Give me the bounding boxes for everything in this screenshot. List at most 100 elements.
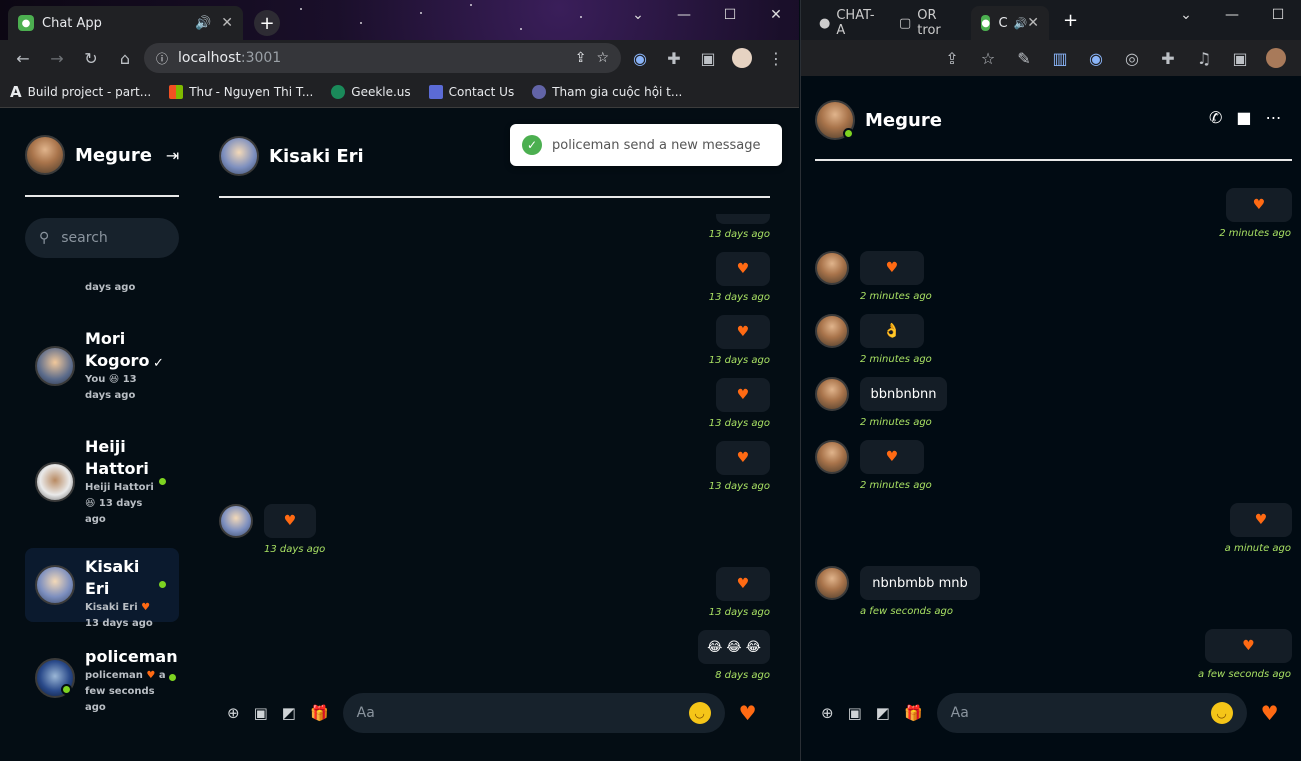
video-icon[interactable]: ■ <box>1236 108 1251 127</box>
send-heart-button[interactable]: ♥ <box>1261 701 1279 725</box>
send-heart-button[interactable]: ♥ <box>739 701 757 725</box>
bookmark-item[interactable]: Thư - Nguyen Thi T... <box>169 84 313 99</box>
tab-search-icon[interactable]: ⌄ <box>615 0 661 30</box>
tab-or[interactable]: ▢ OR tror <box>889 6 967 40</box>
contact-last-message: policeman <box>85 670 143 681</box>
message-bubble[interactable]: nbnbmbb mnb <box>860 566 980 600</box>
speaker-icon[interactable]: 🔊 <box>1014 17 1028 30</box>
menu-icon[interactable]: ⋮ <box>761 43 791 73</box>
tab-chat[interactable]: ● C 🔊 ✕ <box>971 6 1049 40</box>
sticker-icon[interactable]: ◩ <box>876 704 890 722</box>
new-tab-button[interactable]: + <box>254 10 280 36</box>
image-icon[interactable]: ▣ <box>848 704 862 722</box>
sticker-icon[interactable]: ◩ <box>282 704 296 722</box>
extension-icon[interactable]: ▥ <box>1045 43 1075 73</box>
message-bubble[interactable]: ♥ <box>716 378 770 412</box>
more-icon[interactable]: ⋯ <box>1266 108 1282 127</box>
partner-avatar[interactable] <box>219 136 259 176</box>
maximize-button[interactable]: ☐ <box>707 0 753 30</box>
url-port: :3001 <box>240 50 282 66</box>
tab-strip: ● CHAT-A ▢ OR tror ● C 🔊 ✕ + ⌄ — ☐ <box>801 0 1301 40</box>
maximize-button[interactable]: ☐ <box>1255 0 1301 30</box>
partner-message-avatar <box>219 504 253 538</box>
message-bubble[interactable]: ♥ <box>1230 503 1292 537</box>
contact-policeman[interactable]: policeman policeman ♥ a few seconds ago <box>25 638 179 728</box>
extension-icon[interactable]: ◉ <box>625 43 655 73</box>
heart-icon: ♥ <box>736 576 750 592</box>
bookmark-item[interactable]: A Build project - part... <box>10 83 151 101</box>
info-icon[interactable]: ⓘ <box>156 50 168 67</box>
emoji-icon[interactable]: ◡ <box>1210 702 1233 724</box>
partner-avatar[interactable] <box>815 100 855 140</box>
bookmark-item[interactable]: Contact Us <box>428 84 514 99</box>
notification-toast[interactable]: ✓ policeman send a new message <box>510 124 782 166</box>
extensions-puzzle-icon[interactable]: ✚ <box>1153 43 1183 73</box>
message-bubble[interactable]: ♥ <box>1226 188 1292 222</box>
my-avatar[interactable] <box>25 135 65 175</box>
back-icon[interactable]: ← <box>8 43 38 73</box>
minimize-button[interactable]: — <box>661 0 707 30</box>
profile-avatar[interactable] <box>727 43 757 73</box>
sidepanel-icon[interactable]: ▣ <box>1225 43 1255 73</box>
extensions-puzzle-icon[interactable]: ✚ <box>659 43 689 73</box>
share-icon[interactable]: ⇪ <box>937 43 967 73</box>
message-input[interactable]: Aa ◡ <box>936 693 1247 733</box>
message-bubble[interactable]: bbnbnbnn <box>860 377 947 411</box>
message-bubble[interactable] <box>716 214 770 224</box>
close-window-button[interactable]: ✕ <box>753 0 799 30</box>
url-host: localhost <box>178 50 241 66</box>
profile-avatar[interactable] <box>1261 43 1291 73</box>
tab-chat-app[interactable]: ● Chat App 🔊 ✕ <box>8 6 243 40</box>
message-bubble[interactable]: 😂 😂 😂 <box>698 630 770 664</box>
tab-search-icon[interactable]: ⌄ <box>1163 0 1209 30</box>
minimize-button[interactable]: — <box>1209 0 1255 30</box>
bookmarks-bar: A Build project - part... Thư - Nguyen Th… <box>0 76 799 108</box>
gift-icon[interactable]: 🎁 <box>310 704 329 722</box>
bookmark-star-icon[interactable]: ☆ <box>973 43 1003 73</box>
logout-icon[interactable]: ⇥ <box>166 146 179 165</box>
gift-icon[interactable]: 🎁 <box>904 704 923 722</box>
sidepanel-icon[interactable]: ▣ <box>693 43 723 73</box>
bookmark-item[interactable]: Geekle.us <box>331 84 411 99</box>
contact-time: a <box>158 670 166 681</box>
contact-time: ago <box>85 702 106 713</box>
reload-icon[interactable]: ↻ <box>76 43 106 73</box>
home-icon[interactable]: ⌂ <box>110 43 140 73</box>
tab-github[interactable]: ● CHAT-A <box>809 6 885 40</box>
extension-icon[interactable]: ◉ <box>1081 43 1111 73</box>
tab-title: C <box>998 15 1008 31</box>
media-icon[interactable]: ♫ <box>1189 43 1219 73</box>
pen-icon[interactable]: ✎ <box>1009 43 1039 73</box>
new-tab-button[interactable]: + <box>1063 10 1078 31</box>
search-input[interactable]: ⚲ search <box>25 218 179 258</box>
message-bubble[interactable]: ♥ <box>716 252 770 286</box>
message-bubble[interactable]: ♥ <box>860 440 924 474</box>
message-bubble[interactable]: 👌 <box>860 314 924 348</box>
share-icon[interactable]: ⇪ <box>575 50 587 66</box>
speaker-icon[interactable]: 🔊 <box>195 16 211 31</box>
message-composer: ⊕ ▣ ◩ 🎁 Aa ◡ ♥ <box>821 693 1279 733</box>
message-input[interactable]: Aa ◡ <box>342 693 725 733</box>
heart-icon: ♥ <box>1242 638 1255 654</box>
phone-icon[interactable]: ✆ <box>1209 108 1222 127</box>
contact-mori[interactable]: Mori Kogoro You 😆 13 days ago ✓ <box>25 320 179 412</box>
message-bubble[interactable]: ♥ <box>860 251 924 285</box>
message-bubble[interactable]: ♥ <box>716 441 770 475</box>
message-bubble[interactable]: ♥ <box>264 504 316 538</box>
message-bubble[interactable]: ♥ <box>1205 629 1292 663</box>
image-icon[interactable]: ▣ <box>254 704 268 722</box>
bookmark-item[interactable]: Tham gia cuộc hội t... <box>532 84 682 99</box>
target-icon[interactable]: ◎ <box>1117 43 1147 73</box>
forward-icon[interactable]: → <box>42 43 72 73</box>
contact-heiji[interactable]: Heiji Hattori Heiji Hattori 😆 13 days ag… <box>25 428 179 532</box>
close-tab-icon[interactable]: ✕ <box>221 15 233 31</box>
bookmark-star-icon[interactable]: ☆ <box>596 50 609 66</box>
message-bubble[interactable]: ♥ <box>716 567 770 601</box>
contact-kisaki[interactable]: Kisaki Eri Kisaki Eri ♥ 13 days ago <box>25 548 179 629</box>
message-bubble[interactable]: ♥ <box>716 315 770 349</box>
add-circle-icon[interactable]: ⊕ <box>227 704 240 722</box>
emoji-icon[interactable]: ◡ <box>688 702 711 724</box>
close-tab-icon[interactable]: ✕ <box>1027 15 1039 31</box>
add-circle-icon[interactable]: ⊕ <box>821 704 834 722</box>
address-bar[interactable]: ⓘ localhost:3001 ⇪ ☆ <box>144 43 621 73</box>
